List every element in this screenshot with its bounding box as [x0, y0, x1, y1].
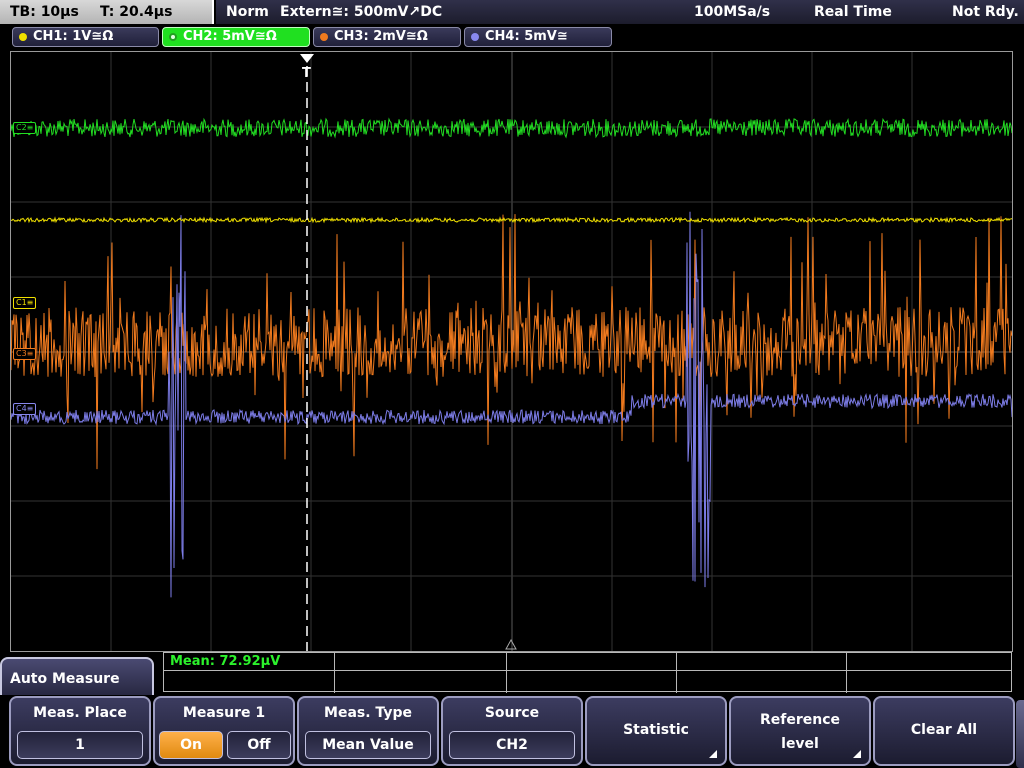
- measurement-row: [164, 653, 1011, 671]
- softkey-bar: Meas. Place 1 Measure 1 On Off Meas. Typ…: [0, 695, 1024, 768]
- reference-level-label-line2: level: [781, 736, 819, 752]
- measurement-divider: [334, 653, 335, 693]
- ch4-offset-marker[interactable]: C4≡: [13, 403, 37, 415]
- status-bar: TB: 10µs T: 20.4µs Norm Extern≅: 500mV↗D…: [0, 0, 1024, 24]
- menu-scroll-handle[interactable]: [1016, 700, 1024, 768]
- source-label: Source: [484, 705, 540, 721]
- ch3-offset-marker[interactable]: C3≡: [13, 348, 37, 360]
- tab-ch4[interactable]: CH4: 5mV≅: [464, 27, 612, 47]
- ch2-color-dot: [169, 33, 177, 41]
- trigger-time-readout: T: 20.4µs: [100, 4, 173, 20]
- statistic-softkey[interactable]: Statistic: [585, 696, 727, 766]
- clear-all-label: Clear All: [910, 722, 978, 738]
- tab-ch3[interactable]: CH3: 2mV≅Ω: [313, 27, 461, 47]
- tab-ch2[interactable]: CH2: 5mV≅Ω: [162, 27, 310, 47]
- meas-place-value[interactable]: 1: [17, 731, 143, 759]
- measure1-off-toggle[interactable]: Off: [227, 731, 291, 759]
- timebase-readout: TB: 10µs: [10, 4, 79, 20]
- measurement-readout: Mean: 72.92µV: [170, 654, 281, 669]
- trigger-label: T: [302, 66, 311, 81]
- meas-type-label: Meas. Type: [324, 705, 412, 721]
- meas-type-value[interactable]: Mean Value: [305, 731, 431, 759]
- meas-type-softkey[interactable]: Meas. Type Mean Value: [297, 696, 439, 766]
- timebase-box[interactable]: TB: 10µs T: 20.4µs: [0, 0, 214, 24]
- ch2-offset-marker[interactable]: C2≡: [13, 122, 37, 134]
- ch4-label: CH4: 5mV≅: [485, 29, 568, 44]
- trigger-position-arrow-icon[interactable]: [300, 54, 314, 63]
- trigger-mode[interactable]: Norm: [226, 0, 269, 24]
- measurement-divider: [676, 653, 677, 693]
- trigger-status-line: Norm Extern≅: 500mV↗DC 100MSa/s Real Tim…: [216, 0, 1024, 24]
- ch4-color-dot: [471, 33, 479, 41]
- waveform-display[interactable]: C2≡ C1≡ C3≡ C4≡ T: [10, 51, 1013, 652]
- clear-all-softkey[interactable]: Clear All: [873, 696, 1015, 766]
- menu-title: Auto Measure: [0, 657, 154, 699]
- acquisition-mode: Real Time: [814, 4, 892, 20]
- tab-ch1[interactable]: CH1: 1V≅Ω: [12, 27, 159, 47]
- ch1-color-dot: [19, 33, 27, 41]
- submenu-arrow-icon: [709, 750, 717, 758]
- measure1-on-toggle[interactable]: On: [159, 731, 223, 759]
- trigger-source[interactable]: Extern≅: 500mV↗DC: [280, 0, 442, 24]
- measurement-divider: [846, 653, 847, 693]
- measurement-bar: Mean: 72.92µV: [163, 652, 1012, 693]
- measure1-softkey[interactable]: Measure 1 On Off: [153, 696, 295, 766]
- source-softkey[interactable]: Source CH2: [441, 696, 583, 766]
- acquisition-state: Not Rdy.: [952, 4, 1019, 20]
- ch1-label: CH1: 1V≅Ω: [33, 29, 114, 44]
- source-value[interactable]: CH2: [449, 731, 575, 759]
- reference-level-softkey[interactable]: Reference level: [729, 696, 871, 766]
- submenu-arrow-icon: [853, 750, 861, 758]
- ch1-offset-marker[interactable]: C1≡: [13, 297, 37, 309]
- ch3-color-dot: [320, 33, 328, 41]
- sample-rate: 100MSa/s: [694, 4, 771, 20]
- meas-place-softkey[interactable]: Meas. Place 1: [9, 696, 151, 766]
- ch3-label: CH3: 2mV≅Ω: [334, 29, 428, 44]
- meas-place-label: Meas. Place: [33, 705, 127, 721]
- channel-tabs: CH1: 1V≅Ω CH2: 5mV≅Ω CH3: 2mV≅Ω CH4: 5mV…: [0, 26, 1024, 48]
- center-marker-icon: [505, 638, 517, 650]
- statistic-label: Statistic: [623, 722, 689, 738]
- measurement-divider: [506, 653, 507, 693]
- waveform-canvas: [11, 52, 1012, 651]
- reference-level-label-line1: Reference: [759, 712, 841, 728]
- measure1-label: Measure 1: [182, 705, 266, 721]
- ch2-label: CH2: 5mV≅Ω: [183, 29, 277, 44]
